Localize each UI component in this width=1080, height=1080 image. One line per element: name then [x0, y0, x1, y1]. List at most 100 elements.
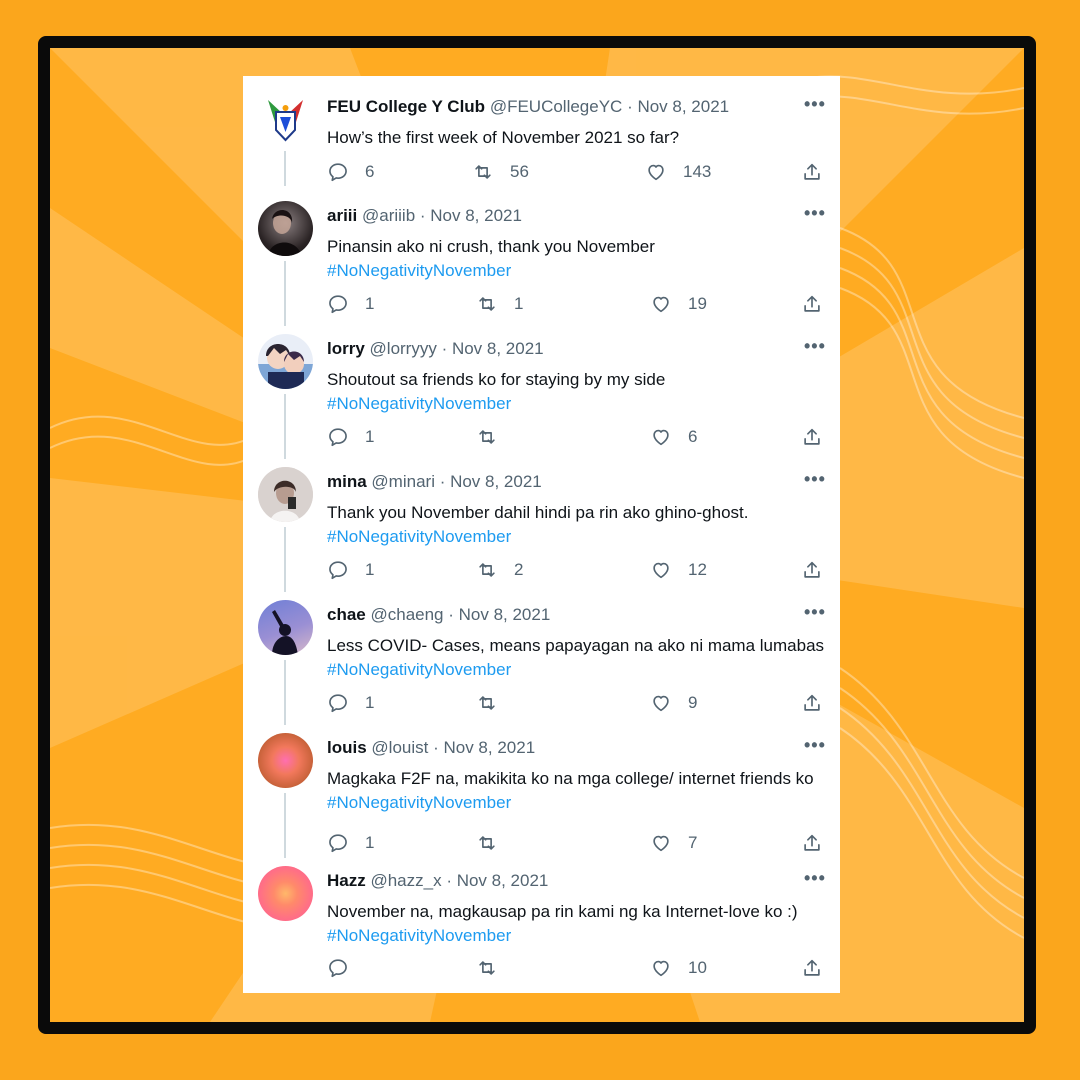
reply-count: 1	[365, 693, 375, 712]
tweet-text: Pinansin ako ni crush, thank you Novembe…	[327, 235, 827, 282]
handle[interactable]: @hazz_x	[370, 871, 441, 890]
tweet-header: chae @chaeng · Nov 8, 2021	[327, 604, 550, 626]
more-icon[interactable]: •••	[804, 469, 826, 490]
handle[interactable]: @chaeng	[370, 605, 443, 624]
tweet-header: ariii @ariiib · Nov 8, 2021	[327, 205, 522, 227]
share-button[interactable]	[801, 160, 823, 184]
reply-button[interactable]: 1	[327, 425, 374, 449]
display-name[interactable]: lorry	[327, 339, 365, 358]
more-icon[interactable]: •••	[804, 868, 826, 889]
more-icon[interactable]: •••	[804, 336, 826, 357]
hashtag-link[interactable]: #NoNegativityNovember	[327, 660, 511, 679]
reply-icon	[329, 694, 347, 713]
reply-button[interactable]: 1	[327, 292, 374, 316]
share-icon	[804, 834, 820, 851]
display-name[interactable]: Hazz	[327, 871, 366, 890]
like-count: 10	[688, 958, 707, 977]
more-icon[interactable]: •••	[804, 602, 826, 623]
timestamp[interactable]: Nov 8, 2021	[637, 97, 729, 116]
share-button[interactable]	[801, 956, 823, 980]
share-button[interactable]	[801, 425, 823, 449]
thread-line	[284, 261, 286, 326]
handle[interactable]: @ariiib	[362, 206, 415, 225]
reply-button[interactable]: 1	[327, 691, 374, 715]
share-button[interactable]	[801, 691, 823, 715]
retweet-button[interactable]	[476, 831, 514, 855]
handle[interactable]: @minari	[371, 472, 435, 491]
avatar[interactable]	[258, 467, 313, 522]
display-name[interactable]: ariii	[327, 206, 357, 225]
reply-button[interactable]: 1	[327, 831, 374, 855]
tweet-text: How’s the first week of November 2021 so…	[327, 126, 827, 150]
like-button[interactable]: 12	[650, 558, 707, 582]
like-icon	[653, 695, 669, 712]
more-icon[interactable]: •••	[804, 735, 826, 756]
retweet-button[interactable]: 1	[476, 292, 523, 316]
avatar[interactable]	[258, 600, 313, 655]
timestamp[interactable]: Nov 8, 2021	[443, 738, 535, 757]
display-name[interactable]: louis	[327, 738, 367, 757]
retweet-button[interactable]	[476, 691, 514, 715]
like-count: 7	[688, 833, 698, 852]
retweet-button[interactable]: 56	[472, 160, 529, 184]
timestamp[interactable]: Nov 8, 2021	[452, 339, 544, 358]
hashtag-link[interactable]: #NoNegativityNovember	[327, 527, 511, 546]
avatar-silhouette	[272, 610, 298, 655]
share-icon	[804, 295, 820, 312]
avatar[interactable]	[258, 334, 313, 389]
share-icon	[804, 163, 820, 180]
share-button[interactable]	[801, 831, 823, 855]
reply-button[interactable]: 1	[327, 558, 374, 582]
reply-icon	[329, 834, 347, 853]
more-icon[interactable]: •••	[804, 203, 826, 224]
club-logo	[268, 100, 303, 142]
like-button[interactable]: 7	[650, 831, 697, 855]
share-button[interactable]	[801, 292, 823, 316]
share-button[interactable]	[801, 558, 823, 582]
hashtag-link[interactable]: #NoNegativityNovember	[327, 926, 511, 945]
display-name[interactable]: chae	[327, 605, 366, 624]
reply-button[interactable]: 6	[327, 160, 374, 184]
tweet-body: Magkaka F2F na, makikita ko na mga colle…	[327, 769, 814, 788]
like-button[interactable]: 19	[650, 292, 707, 316]
hashtag-link[interactable]: #NoNegativityNovember	[327, 261, 511, 280]
timestamp[interactable]: Nov 8, 2021	[459, 605, 551, 624]
avatar[interactable]	[258, 201, 313, 256]
hashtag-link[interactable]: #NoNegativityNovember	[327, 793, 511, 812]
retweet-button[interactable]: 2	[476, 558, 523, 582]
tweet-text: Shoutout sa friends ko for staying by my…	[327, 368, 827, 415]
like-icon	[653, 960, 669, 977]
avatar[interactable]	[258, 733, 313, 788]
reply-button[interactable]	[327, 956, 365, 980]
like-icon	[653, 429, 669, 446]
timestamp[interactable]: Nov 8, 2021	[457, 871, 549, 890]
like-button[interactable]: 143	[645, 160, 711, 184]
thread-line	[284, 527, 286, 592]
tweet-header: Hazz @hazz_x · Nov 8, 2021	[327, 870, 548, 892]
timestamp[interactable]: Nov 8, 2021	[430, 206, 522, 225]
handle[interactable]: @FEUCollegeYC	[490, 97, 623, 116]
hashtag-link[interactable]: #NoNegativityNovember	[327, 394, 511, 413]
action-bar: 1 7	[327, 831, 827, 855]
like-button[interactable]: 9	[650, 691, 697, 715]
handle[interactable]: @lorryyy	[370, 339, 437, 358]
avatar[interactable]	[258, 866, 313, 921]
display-name[interactable]: mina	[327, 472, 367, 491]
like-button[interactable]: 10	[650, 956, 707, 980]
share-icon	[804, 694, 820, 711]
retweet-icon	[479, 961, 495, 975]
avatar-photo	[258, 467, 313, 522]
tweet-header: FEU College Y Club @FEUCollegeYC · Nov 8…	[327, 96, 729, 118]
dot-separator: ·	[434, 472, 451, 491]
display-name[interactable]: FEU College Y Club	[327, 97, 485, 116]
retweet-button[interactable]	[476, 956, 514, 980]
avatar[interactable]	[258, 92, 313, 147]
timestamp[interactable]: Nov 8, 2021	[450, 472, 542, 491]
reply-count: 1	[365, 294, 375, 313]
retweet-button[interactable]	[476, 425, 514, 449]
more-icon[interactable]: •••	[804, 94, 826, 115]
action-bar: 1 1 19	[327, 292, 827, 316]
tweet-text: November na, magkausap pa rin kami ng ka…	[327, 900, 827, 947]
like-button[interactable]: 6	[650, 425, 697, 449]
handle[interactable]: @louist	[371, 738, 428, 757]
